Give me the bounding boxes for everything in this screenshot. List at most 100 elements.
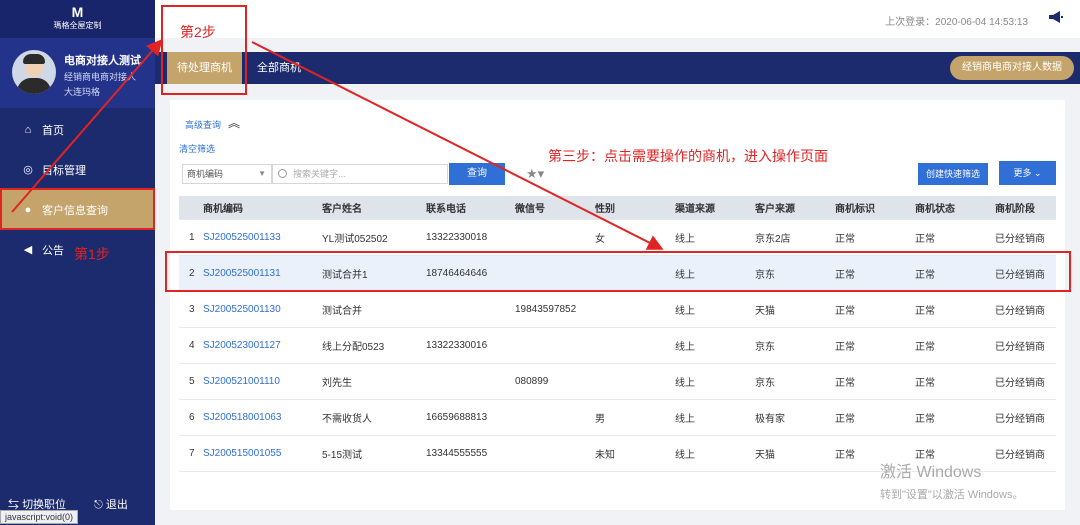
table-cell: 19843597852: [515, 304, 577, 315]
table-cell: 极有家: [755, 414, 785, 425]
tab-bar: 待处理商机 全部商机 经销商电商对接人数据: [155, 52, 1080, 84]
user-card: 电商对接人测试 经销商电商对接人 大连玛格: [0, 38, 155, 108]
table-cell: 正常: [915, 342, 935, 353]
windows-activation-watermark: 激活 Windows 转到"设置"以激活 Windows。: [880, 458, 1024, 502]
table-row[interactable]: 6 SJ200518001063 不需收货人 16659688813 男 线上 极有家 正常 正…: [179, 400, 1056, 436]
header-cell: 微信号: [515, 204, 545, 215]
table-cell: 正常: [835, 414, 855, 425]
table-cell: 线上: [675, 234, 695, 245]
search-input[interactable]: 搜索关键字...: [272, 164, 448, 184]
table-cell: 刘先生: [322, 378, 352, 389]
table-cell: 16659688813: [426, 412, 488, 423]
watermark-line2: 转到"设置"以激活 Windows。: [880, 489, 1024, 501]
table-cell: 3: [189, 304, 195, 315]
search-icon: [278, 169, 287, 178]
user-city: 大连玛格: [64, 87, 101, 97]
more-button[interactable]: 更多 ⌄: [999, 161, 1056, 185]
nav-label: 首页: [42, 125, 64, 137]
table-cell: 男: [595, 414, 605, 425]
table-cell: 6: [189, 412, 195, 423]
create-quick-filter-button[interactable]: 创建快速筛选: [918, 163, 988, 185]
table-cell: 正常: [915, 378, 935, 389]
watermark-line1: 激活 Windows: [880, 464, 982, 481]
opportunity-code-link[interactable]: SJ200525001130: [203, 304, 322, 315]
table-cell: 女: [595, 234, 605, 245]
home-icon: ⌂: [24, 124, 32, 136]
logo-mark: M: [71, 4, 84, 20]
table-cell: 正常: [915, 414, 935, 425]
table-cell: 天猫: [755, 306, 775, 317]
nav-item-target[interactable]: ◎ 目标管理: [0, 150, 155, 190]
table-cell: 080899: [515, 376, 549, 387]
search-button[interactable]: 查询: [449, 163, 505, 185]
table-cell: 13322330018: [426, 232, 488, 243]
avatar: [12, 50, 56, 94]
table-cell: 线上: [675, 414, 695, 425]
table-cell: 5: [189, 376, 195, 387]
table-cell: 线上: [675, 306, 695, 317]
collapse-icon[interactable]: ︽: [228, 114, 240, 131]
chevron-down-icon: ▼: [258, 169, 266, 178]
step3-label: 第三步：点击需要操作的商机，进入操作页面: [548, 148, 828, 164]
opportunity-code-link[interactable]: SJ200515001055: [203, 448, 322, 459]
nav-label: 公告: [42, 245, 64, 257]
table-cell: 线上: [675, 450, 695, 461]
table-cell: 京东2店: [755, 234, 791, 245]
logout-button[interactable]: ⎋ 退出: [94, 496, 128, 512]
opportunity-code-link[interactable]: SJ200521001110: [203, 376, 322, 387]
header-cell: 联系电话: [426, 204, 466, 215]
table-cell: 京东: [755, 342, 775, 353]
table-row[interactable]: 5 SJ200521001110 刘先生 080899 线上 京东 正常 正常 已分经销商: [179, 364, 1056, 400]
tab-all-opportunities[interactable]: 全部商机: [247, 52, 311, 84]
opportunity-code-link[interactable]: SJ200525001133: [203, 232, 322, 243]
table-cell: 1: [189, 232, 195, 243]
last-login-text: 上次登录：2020-06-04 14:53:13: [885, 17, 1028, 28]
table-cell: 正常: [835, 342, 855, 353]
opportunity-code-link[interactable]: SJ200523001127: [203, 340, 322, 351]
announce-icon[interactable]: [1048, 10, 1064, 24]
table-cell: 正常: [835, 234, 855, 245]
megaphone-icon: ◀: [23, 244, 33, 256]
table-cell: 5-15测试: [322, 450, 363, 461]
user-name: 电商对接人测试: [64, 55, 141, 67]
header-cell: 商机编码: [203, 204, 243, 215]
advanced-search-link[interactable]: 高级查询: [185, 118, 221, 131]
table-cell: 正常: [835, 306, 855, 317]
table-cell: 天猫: [755, 450, 775, 461]
header-cell: 客户姓名: [322, 204, 362, 215]
table-cell: 13344555555: [426, 448, 488, 459]
table-cell: 不需收货人: [322, 414, 372, 425]
opportunity-code-link[interactable]: SJ200518001063: [203, 412, 322, 423]
clear-filter-link[interactable]: 清空筛选: [179, 142, 215, 155]
header-cell: 商机标识: [835, 204, 875, 215]
status-bar-url: javascript:void(0): [0, 510, 79, 524]
table-cell: 13322330016: [426, 340, 488, 351]
target-icon: ◎: [23, 164, 33, 176]
table-cell: 线上: [675, 378, 695, 389]
table-cell: 7: [189, 448, 195, 459]
step3-highlight-box: [165, 251, 1071, 292]
favorite-star-icon[interactable]: ★▾: [526, 166, 544, 182]
step2-label: 第2步: [180, 24, 216, 40]
table-row[interactable]: 3 SJ200525001130 测试合并 19843597852 线上 天猫 正常 正常 已分…: [179, 292, 1056, 328]
header-cell: 商机状态: [915, 204, 955, 215]
table-cell: 测试合并: [322, 306, 362, 317]
opportunity-table: 商机编码 客户姓名 联系电话 微信号 性别 渠道来源 客户来源 商机标识 商机状…: [179, 196, 1056, 472]
field-select[interactable]: 商机编码 ▼: [182, 164, 272, 184]
brand-logo: M 瑪格全屋定制: [0, 0, 155, 38]
step2-highlight-box: [161, 5, 247, 95]
table-cell: 已分经销商: [995, 306, 1045, 317]
table-cell: 京东: [755, 378, 775, 389]
header-cell: 商机阶段: [995, 204, 1035, 215]
user-role: 经销商电商对接人: [64, 72, 137, 82]
brand-name: 瑪格全屋定制: [53, 21, 102, 30]
header-cell: 渠道来源: [675, 204, 715, 215]
table-cell: 已分经销商: [995, 378, 1045, 389]
nav-item-home[interactable]: ⌂ 首页: [0, 110, 155, 150]
dealer-data-button[interactable]: 经销商电商对接人数据: [950, 56, 1074, 80]
table-cell: 未知: [595, 450, 615, 461]
table-cell: 线上分配0523: [322, 342, 385, 353]
table-cell: YL测试052502: [322, 234, 388, 245]
nav-label: 目标管理: [42, 165, 86, 177]
table-row[interactable]: 4 SJ200523001127 线上分配0523 13322330016 线上 京东 正常…: [179, 328, 1056, 364]
